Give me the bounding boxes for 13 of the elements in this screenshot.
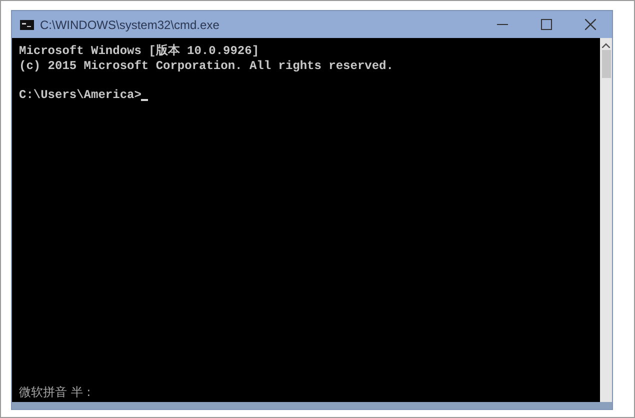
command-prompt: C:\Users\America> (19, 88, 142, 103)
console-icon (20, 20, 34, 30)
maximize-icon (540, 19, 552, 30)
console-area[interactable]: Microsoft Windows [版本 10.0.9926] (c) 2015 Microsoft Corporation. All rights reserved. C:\Users\America> 微软拼音 半 : (12, 38, 600, 402)
console-line: (c) 2015 Microsoft Corporation. All rights reserved. (19, 58, 394, 74)
window-title: C:\WINDOWS\system32\cmd.exe (40, 18, 220, 32)
ime-status: 微软拼音 半 : (19, 385, 92, 399)
console-line: Microsoft Windows [版本 10.0.9926] (19, 44, 260, 59)
scrollbar-thumb[interactable] (602, 50, 610, 78)
close-icon (584, 19, 596, 30)
minimize-icon (496, 24, 508, 25)
scrollbar[interactable] (600, 38, 612, 402)
scroll-up-icon[interactable] (602, 43, 610, 48)
